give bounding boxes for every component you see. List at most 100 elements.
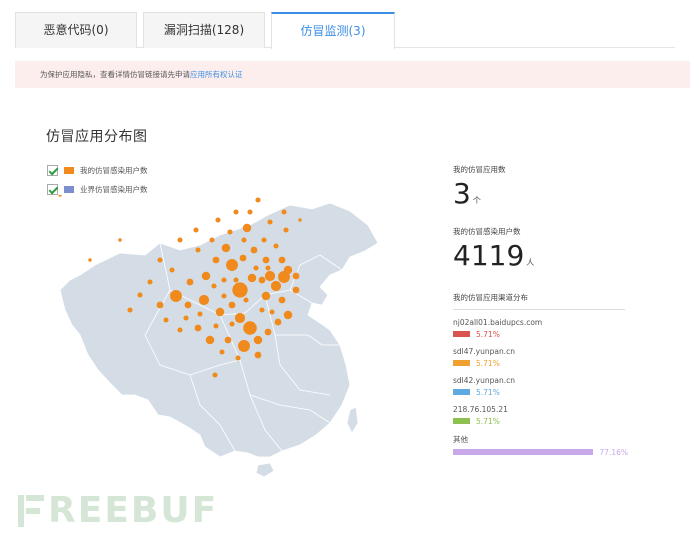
legend-swatch [64, 185, 74, 193]
legend-label: 我的仿冒感染用户数 [80, 165, 148, 175]
infection-dot [186, 278, 194, 286]
channel-name: 218.76.105.21 [453, 405, 508, 414]
tab-counterfeit-monitor[interactable]: 仿冒监测(3) [271, 12, 395, 49]
stats-panel: 我的仿冒应用数 3个 我的仿冒感染用户数 4119 人 我的仿冒应用渠道分布 nj… [453, 164, 628, 457]
channel-name: sdl47.yunpan.cn [453, 347, 515, 356]
infection-dot [242, 223, 252, 233]
infection-dot [247, 209, 253, 215]
infection-dot [283, 265, 293, 275]
infection-dot [183, 315, 189, 321]
map-island-taiwan [346, 406, 359, 434]
infection-dot [261, 291, 271, 301]
infection-dot [253, 265, 259, 271]
apps-count-unit: 个 [472, 196, 481, 205]
china-distribution-map[interactable] [50, 195, 395, 485]
infection-dot [147, 279, 153, 285]
channel-item: 218.76.105.21 5.71% [453, 405, 628, 426]
infection-dot [243, 297, 249, 303]
freebuf-watermark: REEBUF [16, 493, 218, 529]
infection-dot [254, 351, 262, 359]
channel-name: sdl42.yunpan.cn [453, 376, 515, 385]
tab-malicious-code[interactable]: 恶意代码(0) [15, 12, 137, 48]
infection-dot [212, 372, 218, 378]
channel-bar [453, 389, 470, 395]
infection-dot [209, 237, 215, 243]
checkbox-checked-icon[interactable] [47, 164, 58, 176]
infection-dot [262, 256, 270, 264]
infection-dot [184, 301, 192, 309]
infection-dot [221, 277, 227, 283]
infection-dot [118, 238, 122, 242]
infection-dot [194, 324, 202, 332]
infection-dot [215, 217, 221, 223]
channel-distribution-title: 我的仿冒应用渠道分布 [453, 292, 625, 310]
infection-dot [233, 209, 239, 215]
infection-dot [198, 294, 210, 306]
infection-dot [281, 209, 287, 215]
infection-dot [261, 237, 267, 243]
infection-dot [298, 218, 302, 222]
infection-dot [215, 307, 225, 317]
infection-dot [267, 219, 273, 225]
users-count-value: 4119 [453, 239, 525, 272]
infection-dot [221, 293, 227, 299]
infection-dot [274, 318, 282, 326]
legend-item-mine[interactable]: 我的仿冒感染用户数 [47, 163, 148, 177]
channel-percent: 5.71% [476, 416, 500, 426]
infection-dot [264, 270, 276, 282]
freebuf-logo-icon [18, 495, 44, 527]
infection-dot [234, 312, 246, 324]
infection-dot [292, 272, 300, 280]
channel-item: nj02all01.baidupcs.com 5.71% [453, 318, 628, 339]
infection-dot [250, 246, 258, 254]
channel-item: sdl42.yunpan.cn 5.71% [453, 376, 628, 397]
infection-dot [243, 321, 257, 335]
channel-name: nj02all01.baidupcs.com [453, 318, 543, 327]
channel-percent: 5.71% [476, 387, 500, 397]
infection-dot [193, 227, 199, 233]
watermark-text: REEBUF [48, 490, 219, 531]
channel-percent: 5.71% [476, 358, 500, 368]
infection-dot [265, 265, 271, 271]
channel-percent: 77.16% [599, 447, 628, 457]
infection-dot [232, 282, 248, 298]
infection-dot [292, 286, 300, 294]
section-title: 仿冒应用分布图 [46, 129, 148, 145]
infection-dot [247, 273, 257, 283]
infection-dot [233, 277, 239, 283]
infection-dot [278, 256, 286, 264]
map-outline [59, 202, 379, 458]
tab-bar: 恶意代码(0) 漏洞扫描(128) 仿冒监测(3) [15, 12, 675, 49]
checkbox-checked-icon[interactable] [47, 183, 58, 195]
infection-dot [253, 335, 263, 345]
privacy-notice: 为保护应用隐私，查看详情仿冒链接请先申请应用所有权认证 [15, 61, 690, 88]
users-count: 4119 人 [453, 241, 628, 278]
infection-dot [88, 258, 92, 262]
infection-dot [211, 283, 217, 289]
infection-dot [197, 311, 203, 317]
ownership-verify-link[interactable]: 应用所有权认证 [190, 70, 243, 79]
channel-item: 其他 77.16% [453, 434, 628, 457]
infection-dot [283, 310, 293, 320]
channel-percent: 5.71% [476, 329, 500, 339]
infection-dot [201, 271, 211, 281]
channel-item: sdl47.yunpan.cn 5.71% [453, 347, 628, 368]
infection-dot [270, 280, 282, 292]
apps-count-value: 3 [453, 177, 471, 210]
infection-dot [283, 227, 289, 233]
users-count-unit: 人 [526, 258, 535, 267]
infection-dot [213, 323, 219, 329]
infection-dot [163, 317, 169, 323]
legend-item-industry[interactable]: 业界仿冒感染用户数 [47, 182, 148, 196]
infection-dot [278, 296, 286, 304]
tab-vulnerability-scan[interactable]: 漏洞扫描(128) [143, 12, 265, 48]
infection-dot [137, 292, 143, 298]
channel-bar [453, 331, 470, 337]
infection-dot [269, 309, 275, 315]
infection-dot [239, 254, 247, 262]
infection-dot [224, 336, 232, 344]
infection-dot [195, 247, 201, 253]
infection-dot [156, 301, 164, 309]
map-regions [59, 202, 379, 478]
infection-dot [241, 237, 247, 243]
